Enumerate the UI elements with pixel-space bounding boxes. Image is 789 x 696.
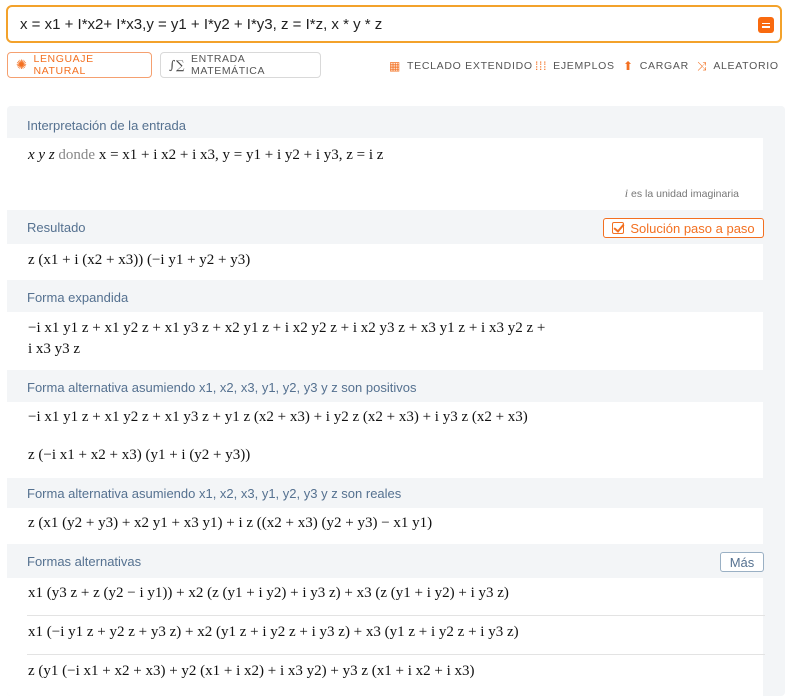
keyboard-icon: ▦ [389,59,402,73]
pod-title-expanded: Forma expandida [27,290,129,305]
alternative-form: z (y1 (−i x1 + x2 + x3) + y2 (x1 + i x2)… [28,663,475,679]
alternative-form: x1 (y3 z + z (y2 − i y1)) + x2 (z (y1 + … [28,585,509,601]
alt-positive-expression-2: z (−i x1 + x2 + x3) (y1 + i (y2 + y3)) [28,447,251,463]
search-query[interactable]: x = x1 + I*x2+ I*x3,y = y1 + I*y2 + I*y3… [20,16,382,33]
pod-title-result: Resultado [27,220,86,235]
search-input[interactable]: x = x1 + I*x2+ I*x3,y = y1 + I*y2 + I*y3… [6,5,782,43]
alt-real-expression: z (x1 (y2 + y3) + x2 y1 + x3 y1) + i z (… [28,515,433,531]
input-definition: x = x1 + i x2 + i x3, y = y1 + i y2 + i … [98,147,384,163]
divider [27,654,765,655]
pod-body-result: z (x1 + i (x2 + x3)) (−i y1 + y2 + y3) [7,244,763,280]
pod-header-alt-positive: Forma alternativa asumiendo x1, x2, x3, … [7,370,785,402]
imaginary-unit-text: es la unidad imaginaria [631,188,739,200]
input-prefix: x y z [28,147,55,163]
sun-icon: ✺ [16,57,28,72]
pod-title-alt-real: Forma alternativa asumiendo x1, x2, x3, … [27,486,402,501]
shuffle-icon: ⤨ [697,59,708,73]
pod-body-alt-real: z (x1 (y2 + y3) + x2 y1 + x3 y1) + i z (… [7,508,763,544]
pod-header-result: Resultado Solución paso a paso [7,210,785,244]
result-expression: z (x1 + i (x2 + x3)) (−i y1 + y2 + y3) [28,252,251,268]
imaginary-unit-symbol: i [624,186,629,200]
step-by-step-button[interactable]: Solución paso a paso [603,218,764,238]
checkbox-icon [612,222,625,234]
pod-header-alt-real: Forma alternativa asumiendo x1, x2, x3, … [7,478,785,508]
step-by-step-label: Solución paso a paso [630,220,755,236]
pod-title-alt-positive: Forma alternativa asumiendo x1, x2, x3, … [27,380,417,395]
grid-icon: ⁞⁞⁞ [535,59,548,73]
pod-body-alt-positive: −i x1 y1 z + x1 y2 z + x1 y3 z + y1 z (x… [7,402,763,478]
natural-language-button[interactable]: ✺ LENGUAJE NATURAL [7,52,152,78]
pod-header-expanded: Forma expandida [7,280,785,312]
examples-label: EJEMPLOS [553,60,615,72]
input-where: donde [58,147,96,163]
results-panel: Interpretación de la entrada x y z donde… [7,106,785,696]
examples-link[interactable]: ⁞⁞⁞ EJEMPLOS [535,60,615,72]
alt-positive-expression-1: −i x1 y1 z + x1 y2 z + x1 y3 z + y1 z (x… [28,409,528,425]
input-interpretation: x y z donde x = x1 + i x2 + i x3, y = y1… [28,147,383,164]
pod-title-alternatives: Formas alternativas [27,554,142,569]
pod-body-expanded: −i x1 y1 z + x1 y2 z + x1 y3 z + x2 y1 z… [7,312,763,370]
random-label: ALEATORIO [713,60,779,72]
more-button[interactable]: Más [720,552,764,572]
upload-link[interactable]: ⬆ CARGAR [623,60,689,72]
pod-header-input: Interpretación de la entrada [7,106,785,138]
equals-icon[interactable] [758,17,774,33]
math-input-button[interactable]: ∫∑ ENTRADA MATEMÁTICA [160,52,321,78]
alternative-form: x1 (−i y1 z + y2 z + y3 z) + x2 (y1 z + … [28,624,519,640]
divider [27,615,765,616]
imaginary-unit-note: i es la unidad imaginaria [625,186,739,201]
random-link[interactable]: ⤨ ALEATORIO [697,60,779,72]
pod-body-input: x y z donde x = x1 + i x2 + i x3, y = y1… [7,138,763,210]
expanded-line-1: −i x1 y1 z + x1 y2 z + x1 y3 z + x2 y1 z… [28,320,546,336]
pod-header-alternatives: Formas alternativas Más [7,544,785,578]
upload-icon: ⬆ [623,59,634,73]
extended-keyboard-label: TECLADO EXTENDIDO [407,60,533,72]
extended-keyboard-link[interactable]: ▦ TECLADO EXTENDIDO [389,60,533,72]
pod-title-input: Interpretación de la entrada [27,118,186,133]
integral-icon: ∫∑ [169,58,186,72]
natural-language-label: LENGUAJE NATURAL [33,53,94,77]
expanded-line-2: i x3 y3 z [28,341,81,357]
upload-label: CARGAR [639,60,689,72]
math-input-label: ENTRADA MATEMÁTICA [191,53,266,77]
pod-body-alternatives: x1 (y3 z + z (y2 − i y1)) + x2 (z (y1 + … [7,578,765,696]
